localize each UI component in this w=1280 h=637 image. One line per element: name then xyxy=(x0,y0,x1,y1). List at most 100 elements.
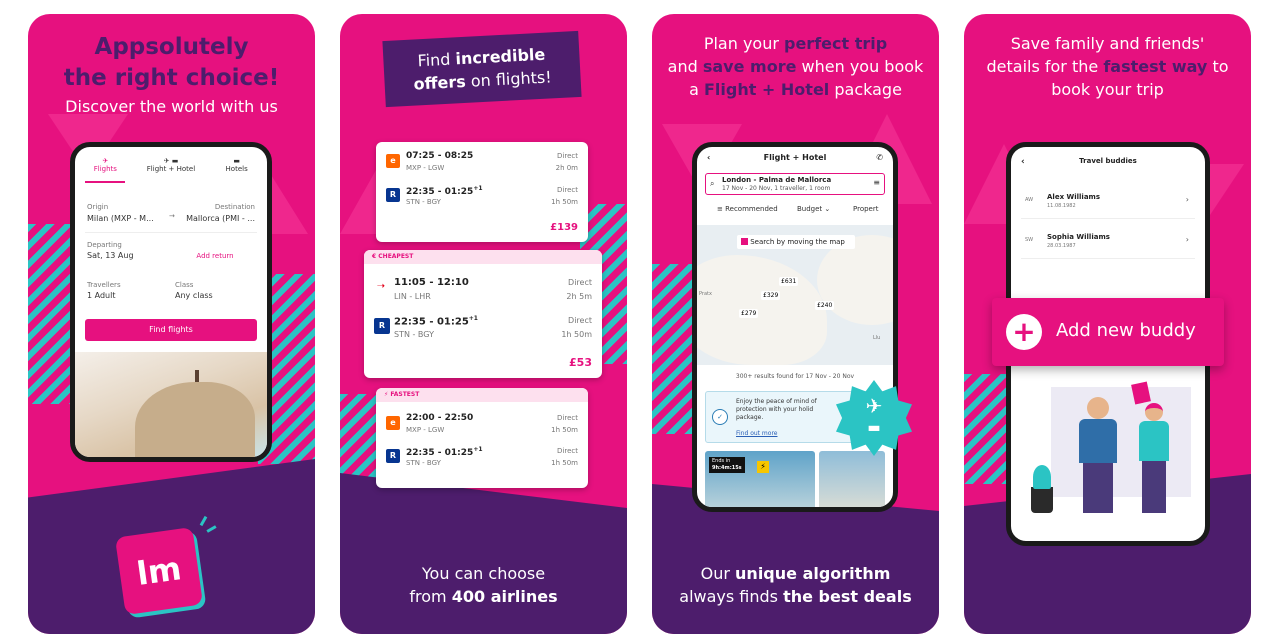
banner-text: on flights! xyxy=(465,67,553,91)
origin-value: Milan (MXP - M... xyxy=(87,214,154,223)
buddy-name: Sophia Williams xyxy=(1047,233,1110,241)
logo-text: lm xyxy=(134,549,184,593)
flight-route: STN - BGY xyxy=(406,198,441,206)
headline-text: when you book xyxy=(796,57,924,76)
search-icon: ⌕ xyxy=(710,179,715,188)
app-store-screenshots: Appsolutely the right choice! Discover t… xyxy=(0,0,1280,637)
return-leg: R 22:35 - 01:25+1 STN - BGY Direct 1h 50… xyxy=(376,182,588,212)
flight-card[interactable]: e 07:25 - 08:25 MXP - LGW Direct 2h 0m R… xyxy=(376,142,588,242)
map-place-label: Pratx xyxy=(699,291,712,297)
protection-text: Enjoy the peace of mind of protection wi… xyxy=(736,398,817,421)
flight-duration: 1h 50m xyxy=(551,198,578,206)
tab-flights[interactable]: ✈ Flights xyxy=(85,157,126,183)
phone-flight-hotel: ‹ Flight + Hotel ✆ ⌕ London - Palma de M… xyxy=(692,142,898,512)
ryanair-logo-icon: R xyxy=(386,188,400,202)
travellers-field[interactable]: Travellers 1 Adult xyxy=(85,279,169,313)
flight-route: STN - BGY xyxy=(406,459,441,467)
caption-text: always finds xyxy=(679,587,784,606)
back-arrow-icon[interactable]: ‹ xyxy=(1021,157,1025,167)
search-tabs: ✈ Flights ✈ ▬ Flight + Hotel ▬ Hotels xyxy=(75,147,267,187)
flight-duration: 2h 5m xyxy=(566,292,592,301)
checkbox-checked-icon xyxy=(741,238,748,245)
route-field[interactable]: Origin Milan (MXP - M... → Destination M… xyxy=(85,199,257,233)
flight-stops: Direct xyxy=(557,186,578,194)
find-out-more-link[interactable]: Find out more xyxy=(736,430,777,437)
checkbox-label: Search by moving the map xyxy=(750,238,845,246)
panel4-headline: Save family and friends' details for the… xyxy=(964,32,1251,101)
map-land xyxy=(697,255,827,365)
banner-text: Find xyxy=(417,49,456,71)
hotel-map[interactable]: Search by moving the map £631 £329 £240 … xyxy=(697,225,893,365)
swap-arrow-icon[interactable]: → xyxy=(169,212,175,220)
tab-flight-hotel[interactable]: ✈ ▬ Flight + Hotel xyxy=(146,157,196,187)
caption-text: Our xyxy=(700,564,736,583)
outbound-leg: ➝ 11:05 - 12:10 LIN - LHR Direct 2h 5m xyxy=(364,274,602,304)
tab-hotels[interactable]: ▬ Hotels xyxy=(217,157,257,187)
offers-banner: Find incredible offers on flights! xyxy=(382,30,582,108)
cheapest-tag: € CHEAPEST xyxy=(364,250,602,264)
next-day-marker: +1 xyxy=(468,315,478,322)
tune-icon[interactable]: ≡ xyxy=(873,178,880,187)
destination-label: Destination xyxy=(214,203,255,211)
flight-route: MXP - LGW xyxy=(406,426,445,434)
plant-leaves xyxy=(1033,465,1051,489)
add-new-buddy-button[interactable]: + Add new buddy xyxy=(992,298,1224,366)
origin-label: Origin xyxy=(87,203,109,211)
search-by-map-checkbox[interactable]: Search by moving the map xyxy=(737,235,855,249)
panel1-headline: Appsolutely the right choice! Discover t… xyxy=(28,32,315,118)
caption-text-bold: unique algorithm xyxy=(735,564,891,583)
caption-line2: from 400 airlines xyxy=(340,585,627,608)
bg-stripes xyxy=(652,264,696,434)
flight-duration: 1h 50m xyxy=(551,426,578,434)
flight-stops: Direct xyxy=(557,414,578,422)
buddy-row[interactable]: AW Alex Williams 11.08.1982 › xyxy=(1021,185,1195,219)
buddy-row[interactable]: SW Sophia Williams 28.03.1987 › xyxy=(1021,225,1195,259)
caption-line1: You can choose xyxy=(421,564,546,583)
flight-card-cheapest[interactable]: € CHEAPEST ➝ 11:05 - 12:10 LIN - LHR Dir… xyxy=(364,250,602,378)
find-flights-button[interactable]: Find flights xyxy=(85,319,257,341)
flight-time: 07:25 - 08:25 xyxy=(406,151,474,161)
headline-highlight: fastest way xyxy=(1103,57,1208,76)
filter-property[interactable]: Propert xyxy=(853,205,878,213)
travellers-value: 1 Adult xyxy=(87,291,116,300)
headline-line1: Save family and friends' xyxy=(1010,34,1205,53)
cheapest-tag-label: CHEAPEST xyxy=(378,253,414,260)
search-summary-box[interactable]: ⌕ London - Palma de Mallorca 17 Nov - 20… xyxy=(705,173,885,195)
phone-icon[interactable]: ✆ xyxy=(876,153,883,162)
plane-icon: ✈ xyxy=(102,157,109,165)
flight-stops: Direct xyxy=(557,447,578,455)
map-price-pin[interactable]: £631 xyxy=(779,277,799,286)
person-head xyxy=(1145,403,1163,421)
headline-text: details for the xyxy=(986,57,1104,76)
bed-icon: ▬ xyxy=(867,420,881,436)
map-place-label: Llu xyxy=(873,335,881,341)
timer-value: 9h:4m:15s xyxy=(712,465,742,471)
bg-stripes xyxy=(340,394,380,484)
person-body xyxy=(1079,419,1117,463)
panel3-headline: Plan your perfect trip and save more whe… xyxy=(652,32,939,101)
search-details: 17 Nov - 20 Nov, 1 traveller, 1 room xyxy=(722,185,831,192)
back-arrow-icon[interactable]: ‹ xyxy=(707,153,710,162)
search-route: London - Palma de Mallorca xyxy=(722,176,832,184)
map-price-pin[interactable]: £240 xyxy=(815,301,835,310)
add-return-link[interactable]: Add return xyxy=(173,239,257,273)
headline-text: Plan your xyxy=(703,34,784,53)
class-field[interactable]: Class Any class xyxy=(173,279,257,313)
map-price-pin[interactable]: £279 xyxy=(739,309,759,318)
ryanair-logo-icon: R xyxy=(386,449,400,463)
map-price-pin[interactable]: £329 xyxy=(761,291,781,300)
person-legs xyxy=(1142,461,1166,513)
departing-field[interactable]: Departing Sat, 13 Aug xyxy=(85,239,169,273)
buddy-name: Alex Williams xyxy=(1047,193,1101,201)
flight-card-fastest[interactable]: ⚡ FASTEST e 22:00 - 22:50 MXP - LGW Dire… xyxy=(376,388,588,488)
screen-title: Flight + Hotel xyxy=(763,153,827,162)
filter-budget[interactable]: Budget ⌄ xyxy=(797,205,830,213)
person-body xyxy=(1139,421,1169,461)
filter-recommended[interactable]: ≡ Recommended xyxy=(717,205,778,213)
hotel-photo[interactable]: Ends in 9h:4m:15s ⚡ xyxy=(705,451,815,507)
flash-icon: ⚡ xyxy=(757,461,769,473)
fastest-tag: ⚡ FASTEST xyxy=(376,388,588,402)
caption-line2: always finds the best deals xyxy=(652,585,939,608)
phone-flight-search: ✈ Flights ✈ ▬ Flight + Hotel ▬ Hotels Or… xyxy=(70,142,272,462)
hotel-photo[interactable] xyxy=(819,451,885,507)
